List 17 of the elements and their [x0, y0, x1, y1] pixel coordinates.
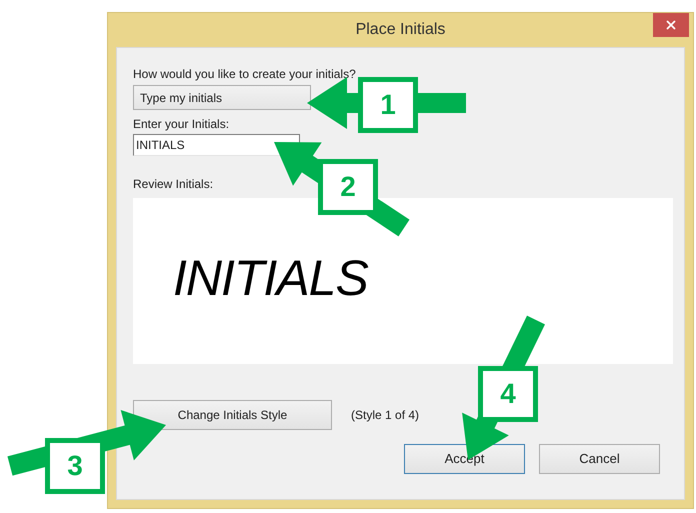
- close-button[interactable]: [653, 13, 689, 37]
- close-icon: [664, 18, 678, 32]
- review-label: Review Initials:: [133, 176, 214, 192]
- callout-number: 4: [478, 366, 538, 422]
- method-label: How would you like to create your initials?: [133, 66, 356, 82]
- method-dropdown[interactable]: Type my initials: [133, 85, 311, 110]
- initials-preview: INITIALS: [173, 253, 368, 303]
- callout-number: 2: [318, 159, 378, 215]
- style-status: (Style 1 of 4): [351, 407, 420, 424]
- window-title: Place Initials: [356, 20, 446, 40]
- callout-number: 3: [45, 438, 105, 494]
- callout-number: 1: [358, 77, 418, 133]
- change-style-button[interactable]: Change Initials Style: [133, 400, 332, 430]
- cancel-button[interactable]: Cancel: [539, 444, 660, 474]
- initials-label: Enter your Initials:: [133, 116, 230, 132]
- accept-button[interactable]: Accept: [404, 444, 525, 474]
- initials-field[interactable]: INITIALS: [133, 134, 300, 156]
